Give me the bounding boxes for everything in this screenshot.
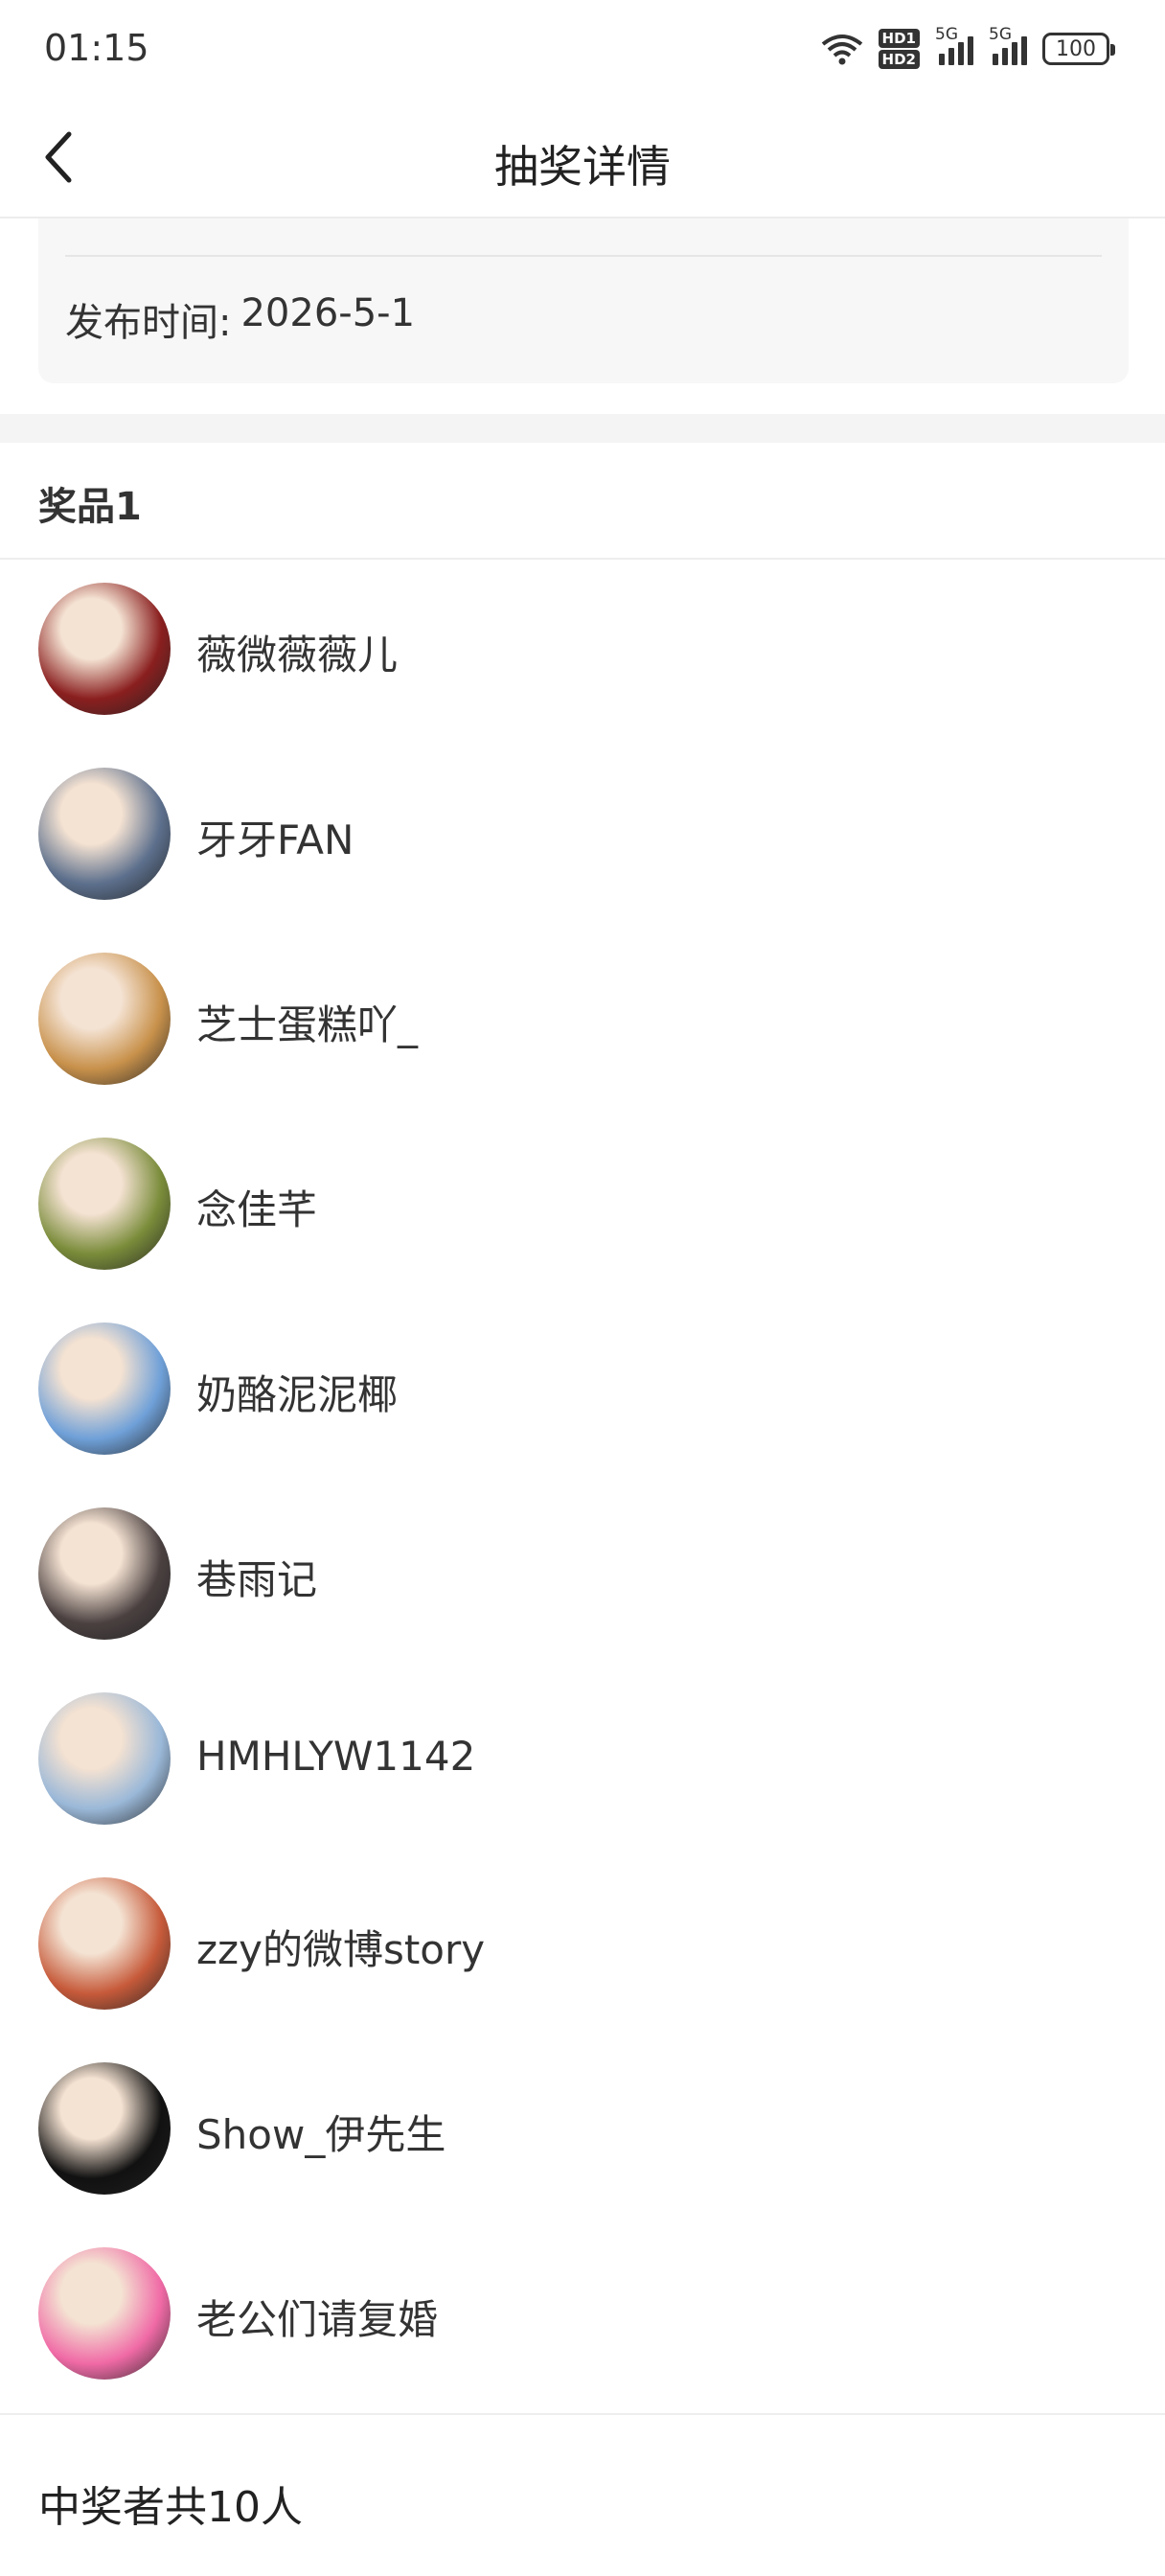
- winner-row[interactable]: 薇微薇薇儿: [0, 575, 1165, 719]
- prize-title: 奖品1: [38, 485, 142, 529]
- hd1-label: HD1: [878, 29, 920, 48]
- signal-icon: 5G: [989, 25, 1027, 65]
- hd-icon: HD1 HD2: [878, 29, 920, 69]
- signal-icon: 5G: [935, 25, 973, 65]
- avatar[interactable]: [38, 1692, 171, 1825]
- winner-row[interactable]: HMHLYW1142: [0, 1685, 1165, 1828]
- winner-row[interactable]: 念佳芊: [0, 1130, 1165, 1274]
- avatar[interactable]: [38, 2247, 171, 2380]
- divider: [0, 2413, 1165, 2415]
- signal-label: 5G: [935, 25, 958, 44]
- divider: [0, 558, 1165, 560]
- winner-name[interactable]: 念佳芊: [196, 1178, 317, 1236]
- section-separator: [0, 414, 1165, 443]
- nav-bar: 抽奖详情: [0, 100, 1165, 218]
- winner-row[interactable]: zzy的微博story: [0, 1870, 1165, 2013]
- status-icons: HD1 HD2 5G 5G 100: [821, 25, 1115, 69]
- winner-row[interactable]: Show_伊先生: [0, 2055, 1165, 2198]
- winner-row[interactable]: 牙牙FAN: [0, 760, 1165, 904]
- wifi-icon: [821, 34, 862, 65]
- winner-row[interactable]: 芝士蛋糕吖_: [0, 945, 1165, 1089]
- avatar[interactable]: [38, 1138, 171, 1270]
- divider: [65, 255, 1102, 257]
- winner-name[interactable]: 芝士蛋糕吖_: [196, 993, 418, 1051]
- avatar[interactable]: [38, 1507, 171, 1640]
- winner-name[interactable]: zzy的微博story: [196, 1918, 485, 1976]
- avatar[interactable]: [38, 1877, 171, 2010]
- avatar[interactable]: [38, 768, 171, 900]
- battery-level: 100: [1056, 36, 1096, 61]
- winner-total: 中奖者共10人: [38, 2483, 303, 2532]
- avatar[interactable]: [38, 2062, 171, 2195]
- page-title: 抽奖详情: [494, 141, 671, 193]
- hd2-label: HD2: [878, 50, 920, 69]
- winner-name[interactable]: 牙牙FAN: [196, 808, 354, 866]
- publish-label: 发布时间:: [65, 301, 232, 345]
- winner-name[interactable]: 薇微薇薇儿: [196, 623, 398, 681]
- winner-row[interactable]: 老公们请复婚: [0, 2240, 1165, 2383]
- winner-name[interactable]: 巷雨记: [196, 1548, 317, 1606]
- lottery-info-card: 发布时间: 2026-5-1: [38, 218, 1129, 383]
- winner-name[interactable]: 奶酪泥泥椰: [196, 1363, 398, 1421]
- winner-row[interactable]: 巷雨记: [0, 1500, 1165, 1644]
- avatar[interactable]: [38, 1322, 171, 1455]
- battery-icon: 100: [1042, 33, 1115, 65]
- status-time: 01:15: [44, 27, 149, 69]
- winner-name[interactable]: 老公们请复婚: [196, 2288, 438, 2346]
- signal-label: 5G: [989, 25, 1012, 44]
- winner-row[interactable]: 奶酪泥泥椰: [0, 1315, 1165, 1459]
- publish-date: 2026-5-1: [240, 291, 416, 335]
- avatar[interactable]: [38, 953, 171, 1085]
- avatar[interactable]: [38, 583, 171, 715]
- winner-name[interactable]: Show_伊先生: [196, 2103, 445, 2161]
- publish-time: 发布时间: 2026-5-1: [65, 291, 415, 347]
- winner-name[interactable]: HMHLYW1142: [196, 1733, 475, 1780]
- status-bar: 01:15 HD1 HD2 5G 5G 100: [0, 0, 1165, 100]
